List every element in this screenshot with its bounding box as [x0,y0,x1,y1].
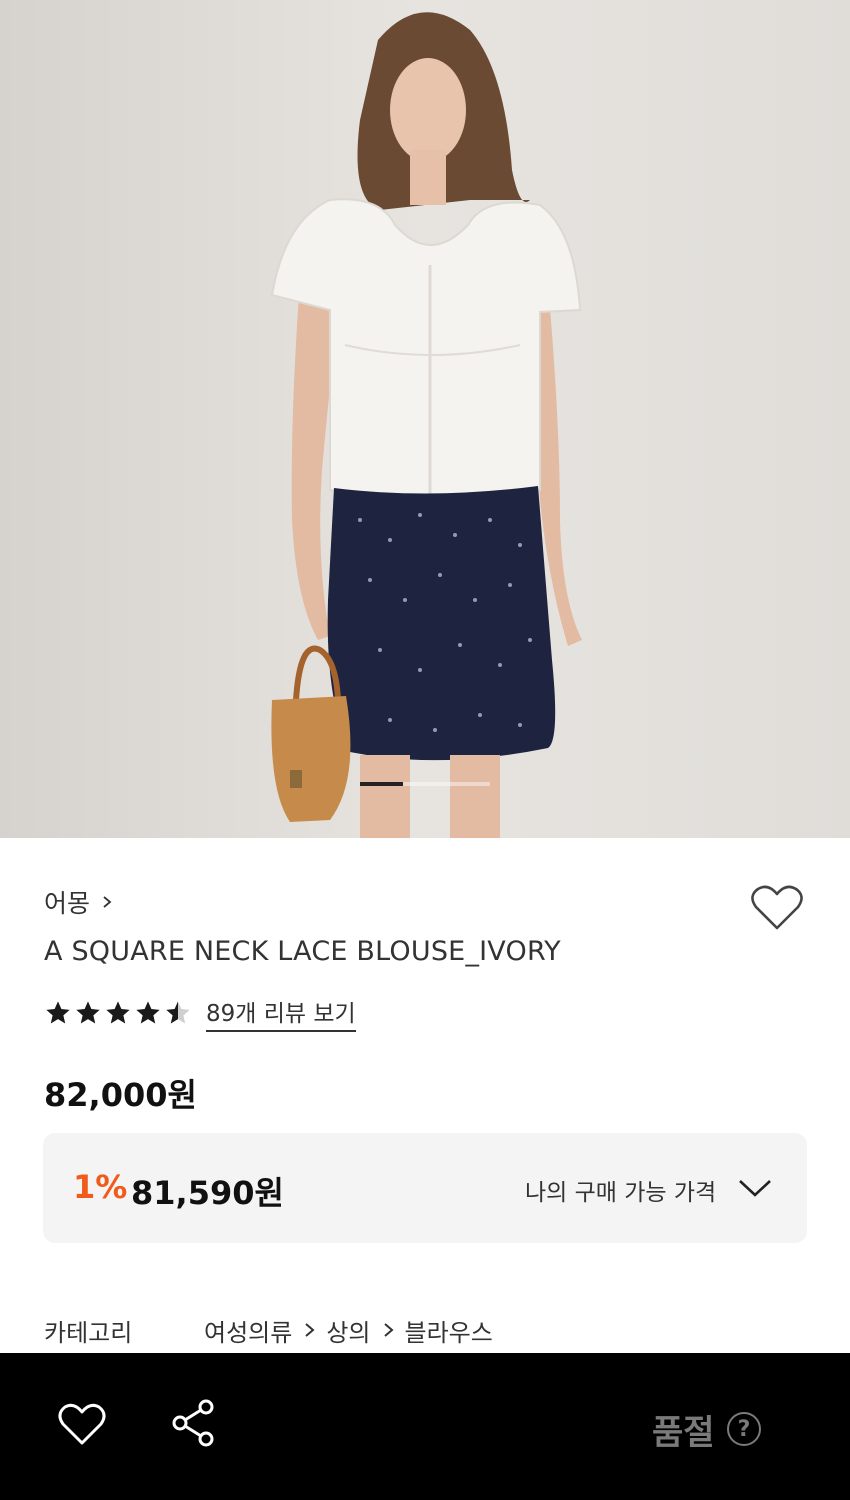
star-icon [136,1001,160,1024]
rating-stars [44,999,192,1027]
discount-rate: 1% [73,1168,128,1206]
discounted-price: 81,590원 [131,1174,284,1212]
rating-row: 89개 리뷰 보기 [44,994,356,1032]
category-label: 카테고리 [44,1318,133,1347]
review-link[interactable]: 89개 리뷰 보기 [206,994,356,1032]
product-image-carousel[interactable] [0,0,850,838]
carousel-indicator-active [360,782,403,786]
purchasable-price-label: 나의 구매 가능 가격 [525,1180,717,1206]
category-item[interactable]: 블라우스 [405,1313,493,1348]
brand-name: 어몽 [44,889,91,918]
help-icon[interactable]: ? [727,1412,761,1446]
chevron-right-icon [103,896,112,908]
category-breadcrumb: 여성의류 상의 블라우스 [204,1313,493,1348]
product-title: A SQUARE NECK LACE BLOUSE_IVORY [44,936,561,967]
chevron-right-icon [305,1323,315,1337]
sold-out-status: 품절 [652,1413,715,1453]
brand-link[interactable]: 어몽 [44,884,114,920]
original-price: 82,000원 [44,1076,197,1114]
share-icon[interactable] [170,1399,216,1447]
heart-icon[interactable] [750,884,804,932]
purchasable-price-box[interactable]: 1% 81,590원 나의 구매 가능 가격 [43,1133,807,1243]
chevron-down-icon[interactable] [737,1177,773,1199]
carousel-indicator [360,782,490,786]
heart-icon[interactable] [58,1403,106,1447]
category-item[interactable]: 상의 [326,1313,370,1348]
chevron-right-icon [383,1323,394,1337]
star-icon [46,1001,70,1024]
star-icon [76,1001,100,1024]
category-item[interactable]: 여성의류 [204,1313,292,1348]
half-star-icon [166,1001,190,1024]
bottom-action-bar: 품절 ? [0,1353,850,1500]
star-icon [106,1001,130,1024]
product-photo [0,0,850,838]
category-row: 카테고리 여성의류 상의 블라우스 [44,1312,493,1348]
